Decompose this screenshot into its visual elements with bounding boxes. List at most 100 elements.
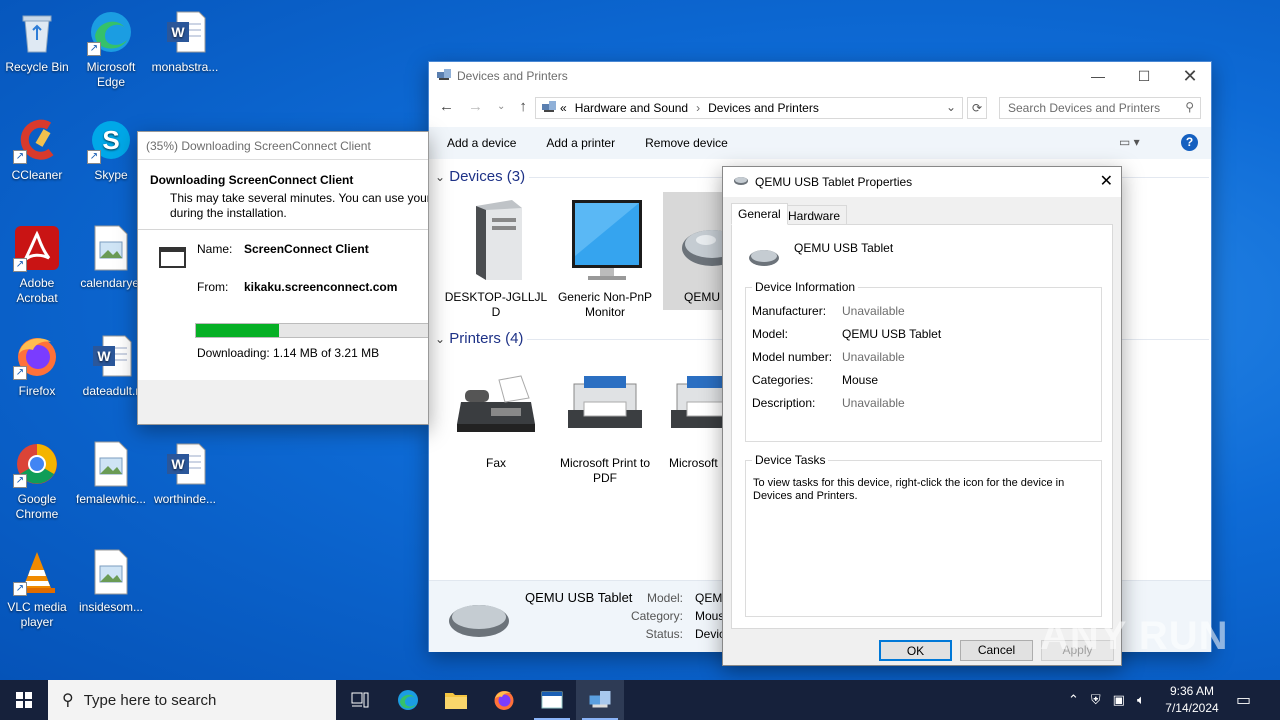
refresh-icon[interactable]: ⟳ — [967, 97, 987, 119]
vlc-icon: ↗ — [13, 548, 61, 596]
acrobat-icon: ↗ — [13, 224, 61, 272]
search-icon: ⚲ — [1185, 100, 1194, 114]
desktop-icon-monabstra[interactable]: W monabstra... — [148, 8, 222, 75]
desktop-icon-edge[interactable]: ↗ Microsoft Edge — [74, 8, 148, 90]
collapse-chevron-icon[interactable]: ⌄ — [435, 332, 445, 346]
address-dropdown-icon[interactable]: ⌄ — [946, 100, 956, 114]
close-button[interactable]: ✕ — [1167, 62, 1213, 90]
field-value: Unavailable — [842, 350, 905, 364]
clock-date: 7/14/2024 — [1165, 701, 1219, 715]
field-value: Unavailable — [842, 304, 905, 318]
desktop-icon-worthinde[interactable]: W worthinde... — [148, 440, 222, 507]
minimize-button[interactable]: — — [1075, 62, 1121, 90]
taskbar: ⚲ Type here to search ⌃ ⛨ ▣ 🔈︎ 9:36 AM 7… — [0, 680, 1280, 720]
devices-group-header[interactable]: ⌄ Devices (3) — [435, 168, 525, 185]
application-window-icon — [159, 247, 186, 268]
start-button[interactable] — [0, 680, 48, 720]
printer-label: Microsoft Print to PDF — [559, 456, 651, 485]
taskbar-firefox[interactable] — [480, 680, 528, 720]
desktop-icon-femalewhic[interactable]: femalewhic... — [74, 440, 148, 507]
breadcrumb-hardware-and-sound[interactable]: Hardware and Sound — [575, 101, 688, 115]
device-label: Generic Non-PnP Monitor — [557, 290, 653, 319]
clock-time: 9:36 AM — [1169, 684, 1215, 698]
remove-device-button[interactable]: Remove device — [645, 136, 728, 150]
desktop-icon-chrome[interactable]: ↗ Google Chrome — [0, 440, 74, 522]
back-arrow-icon[interactable]: ← — [439, 98, 454, 116]
printer-fax[interactable]: Fax — [443, 362, 549, 471]
tab-hardware[interactable]: Hardware — [781, 205, 848, 225]
volume-icon[interactable]: 🔈︎ — [1137, 692, 1145, 708]
properties-close-icon[interactable]: ✕ — [1100, 171, 1113, 191]
field-label: Manufacturer: — [752, 304, 827, 318]
desktop-icon-label: worthinde... — [153, 492, 217, 506]
details-model-label: Model: — [646, 591, 683, 605]
from-value: kikaku.screenconnect.com — [244, 280, 398, 294]
fax-icon — [443, 362, 549, 450]
device-information-legend: Device Information — [752, 280, 859, 294]
firefox-icon — [494, 691, 514, 710]
taskbar-control-panel[interactable] — [576, 680, 624, 720]
svg-text:W: W — [97, 348, 111, 364]
collapse-chevron-icon[interactable]: ⌄ — [435, 170, 445, 184]
forward-arrow-icon[interactable]: → — [468, 98, 483, 116]
printer-microsoft-print-to-pdf[interactable]: Microsoft Print to PDF — [552, 362, 658, 486]
device-monitor[interactable]: Generic Non-PnP Monitor — [552, 196, 658, 320]
desktop-icon-acrobat[interactable]: ↗ Adobe Acrobat — [0, 224, 74, 306]
taskbar-search-box[interactable]: ⚲ Type here to search — [48, 680, 336, 720]
ok-button[interactable]: OK — [879, 640, 952, 661]
chrome-icon: ↗ — [13, 440, 61, 488]
clock[interactable]: 9:36 AM 7/14/2024 — [1160, 683, 1224, 717]
tab-general[interactable]: General — [731, 203, 788, 225]
printer-microsoft-document[interactable]: Microsoft Document — [663, 362, 723, 471]
network-icon[interactable]: ▣ — [1113, 692, 1125, 708]
tab-label: General — [738, 207, 781, 221]
desktop-icon-label: monabstra... — [151, 60, 219, 74]
details-mouse-icon — [447, 597, 511, 644]
watermark-text: ANY RUN — [1040, 614, 1229, 658]
breadcrumb-devices-and-printers[interactable]: Devices and Printers — [708, 101, 819, 115]
computer-tower-icon — [443, 196, 549, 284]
desktop-icon-ccleaner[interactable]: ↗ CCleaner — [0, 116, 74, 183]
system-tray: ⌃ ⛨ ▣ 🔈︎ — [1068, 680, 1145, 720]
task-view-icon — [351, 692, 369, 708]
name-label: Name: — [197, 242, 233, 256]
taskbar-edge[interactable] — [384, 680, 432, 720]
security-icon[interactable]: ⛨ — [1091, 692, 1101, 708]
details-category-label: Category: — [630, 609, 683, 623]
from-label: From: — [197, 280, 229, 294]
desktop-icon-label: Firefox — [18, 384, 56, 398]
desktop-icon-recycle-bin[interactable]: Recycle Bin — [0, 8, 74, 75]
address-bar[interactable]: « Hardware and Sound › Devices and Print… — [535, 97, 963, 119]
window-title: Devices and Printers — [457, 69, 568, 83]
desktop-icon-label: CCleaner — [11, 168, 63, 182]
view-options-icon[interactable]: ▭ ▾ — [1119, 135, 1140, 149]
image-file-icon — [87, 548, 135, 596]
maximize-button[interactable]: ☐ — [1121, 62, 1167, 90]
desktop-icon-insidesom[interactable]: insidesom... — [74, 548, 148, 615]
breadcrumb-overflow[interactable]: « — [560, 101, 567, 115]
image-file-icon — [87, 440, 135, 488]
download-status: Downloading: 1.14 MB of 3.21 MB — [197, 346, 380, 360]
task-view-button[interactable] — [336, 680, 384, 720]
desktop-icon-vlc[interactable]: ↗ VLC media player — [0, 548, 74, 630]
add-printer-button[interactable]: Add a printer — [546, 136, 615, 150]
download-dialog-title[interactable]: (35%) Downloading ScreenConnect Client — [138, 132, 428, 160]
field-value: Mouse — [842, 373, 879, 387]
download-heading: Downloading ScreenConnect Client — [150, 173, 354, 187]
device-desktop[interactable]: DESKTOP-JGLLJL D — [443, 196, 549, 320]
notification-center-icon[interactable]: ▭ — [1236, 690, 1251, 710]
add-device-button[interactable]: Add a device — [447, 136, 516, 150]
desktop-icon-label: insidesom... — [78, 600, 144, 614]
search-input[interactable]: Search Devices and Printers ⚲ — [999, 97, 1201, 119]
taskbar-screenconnect[interactable] — [528, 680, 576, 720]
cancel-button[interactable]: Cancel — [960, 640, 1033, 661]
recent-locations-chevron-icon[interactable]: ⌄ — [497, 98, 505, 116]
svg-text:S: S — [102, 125, 119, 155]
desktop-icon-firefox[interactable]: ↗ Firefox — [0, 332, 74, 399]
taskbar-file-explorer[interactable] — [432, 680, 480, 720]
printers-group-header[interactable]: ⌄ Printers (4) — [435, 330, 523, 347]
show-hidden-icons-chevron-icon[interactable]: ⌃ — [1068, 692, 1079, 708]
help-icon[interactable]: ? — [1181, 134, 1198, 151]
properties-titlebar[interactable]: QEMU USB Tablet Properties ✕ — [723, 167, 1121, 197]
up-arrow-icon[interactable]: ↑ — [519, 98, 527, 116]
